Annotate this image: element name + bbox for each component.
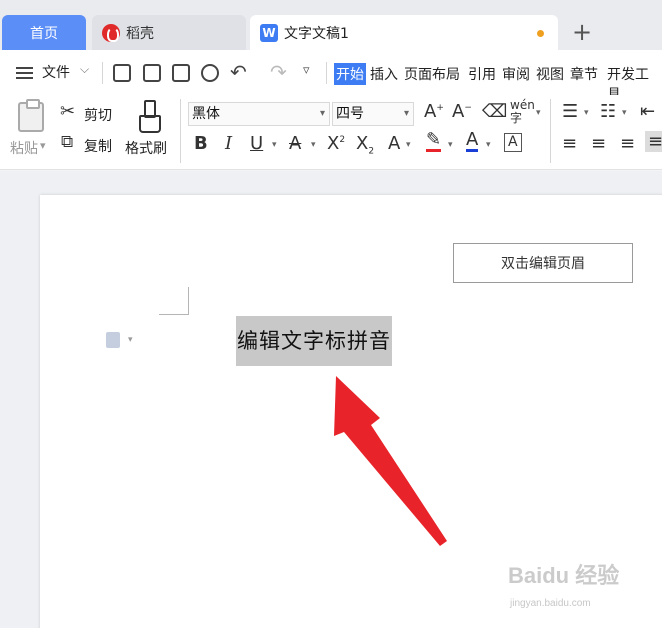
tab-daoke[interactable]: 稻壳 xyxy=(92,15,246,50)
font-size-select[interactable]: 四号 ▾ xyxy=(332,102,414,126)
chevron-down-icon[interactable]: ▾ xyxy=(406,140,411,150)
format-brush-icon[interactable] xyxy=(138,100,161,133)
cut-button[interactable]: 剪切 xyxy=(84,105,112,125)
chevron-down-icon[interactable]: ▾ xyxy=(272,140,277,150)
italic-icon[interactable]: I xyxy=(225,133,232,154)
ribbon-tab-start[interactable]: 开始 xyxy=(334,63,366,85)
underline-icon[interactable]: U xyxy=(250,133,263,154)
font-size-value: 四号 xyxy=(336,106,364,122)
copy-icon[interactable]: ⧉ xyxy=(61,132,73,152)
quick-access-toolbar: 文件 ⌵ ↶ ↷ ▿ 开始 插入 页面布局 引用 审阅 视图 章节 开发工具 xyxy=(0,50,662,103)
bold-icon[interactable]: B xyxy=(194,133,208,154)
wps-writer-icon: W xyxy=(260,23,278,42)
format-brush-button[interactable]: 格式刷 xyxy=(125,138,167,158)
tab-document-label: 文字文稿1 xyxy=(284,25,349,42)
pinyin-glyph: wén xyxy=(510,98,535,112)
tab-document[interactable]: W 文字文稿1 xyxy=(250,15,558,50)
ribbon-tab-view[interactable]: 视图 xyxy=(536,64,564,84)
undo-icon[interactable]: ↶ xyxy=(230,60,247,84)
divider xyxy=(180,99,181,163)
save-icon[interactable] xyxy=(113,64,131,82)
paste-button[interactable]: 粘贴 xyxy=(10,138,38,158)
clear-format-icon[interactable]: ⌫ xyxy=(482,101,507,122)
divider xyxy=(102,62,103,84)
align-right-icon[interactable]: ≡ xyxy=(620,133,635,154)
new-tab-button[interactable]: + xyxy=(568,20,596,46)
superscript-icon[interactable]: X2 xyxy=(327,133,345,154)
edit-header-button[interactable]: 双击编辑页眉 xyxy=(453,243,633,283)
margin-corner-mark xyxy=(159,287,189,315)
bullet-list-icon[interactable]: ☰ xyxy=(562,101,578,122)
paste-icon[interactable] xyxy=(18,99,44,132)
tab-daoke-label: 稻壳 xyxy=(126,25,154,42)
tab-bar: 首页 稻壳 W 文字文稿1 + xyxy=(0,0,662,50)
highlight-color-icon[interactable]: ✎ xyxy=(426,131,442,152)
font-color-icon[interactable]: A xyxy=(466,131,479,152)
scissors-icon[interactable]: ✂ xyxy=(60,101,75,122)
more-chevron-icon[interactable]: ▿ xyxy=(303,63,310,78)
chevron-down-icon[interactable]: ▾ xyxy=(448,140,453,150)
paste-chevron-icon[interactable]: ▾ xyxy=(40,139,46,152)
hamburger-menu-icon[interactable] xyxy=(16,67,33,79)
file-menu[interactable]: 文件 xyxy=(42,62,70,82)
baidu-watermark: Baidu 经验 xyxy=(508,563,620,588)
decrease-font-size-icon[interactable]: A− xyxy=(452,101,472,122)
decrease-indent-icon[interactable]: ⇤ xyxy=(640,101,655,122)
align-left-icon[interactable]: ≡ xyxy=(562,133,577,154)
tab-home-label: 首页 xyxy=(30,25,58,42)
increase-font-size-icon[interactable]: A+ xyxy=(424,101,444,122)
copy-button[interactable]: 复制 xyxy=(84,136,112,156)
chevron-down-icon[interactable]: ▾ xyxy=(584,108,589,118)
ribbon-tab-references[interactable]: 引用 xyxy=(468,64,496,84)
chevron-down-icon[interactable]: ▾ xyxy=(128,335,133,345)
chevron-down-icon[interactable]: ▾ xyxy=(311,140,316,150)
ribbon-tab-page-layout[interactable]: 页面布局 xyxy=(404,64,460,84)
chevron-down-icon[interactable]: ▾ xyxy=(622,108,627,118)
justify-icon[interactable]: ≡ xyxy=(645,131,662,152)
subscript-icon[interactable]: X2 xyxy=(356,133,374,157)
chevron-down-icon[interactable]: ▾ xyxy=(536,108,541,118)
character-border-icon[interactable]: A xyxy=(504,133,522,152)
pinyin-guide-icon[interactable]: wén 字 xyxy=(510,99,535,125)
chevron-down-icon: ▾ xyxy=(319,108,325,119)
chevron-down-icon[interactable]: ▾ xyxy=(486,140,491,150)
numbered-list-icon[interactable]: ☷ xyxy=(600,101,616,122)
home-ribbon: 粘贴 ▾ ✂ 剪切 ⧉ 复制 格式刷 黑体 ▾ 四号 ▾ A+ A− ⌫ wén… xyxy=(0,95,662,170)
print-preview-icon[interactable] xyxy=(201,64,219,82)
font-name-value: 黑体 xyxy=(192,106,220,122)
file-chevron-icon[interactable]: ⌵ xyxy=(80,62,89,77)
align-center-icon[interactable]: ≡ xyxy=(591,133,606,154)
export-pdf-icon[interactable] xyxy=(143,64,161,82)
strikethrough-icon[interactable]: A xyxy=(289,133,301,154)
divider xyxy=(326,62,327,84)
print-icon[interactable] xyxy=(172,64,190,82)
ribbon-tab-review[interactable]: 审阅 xyxy=(502,64,530,84)
text-effect-icon[interactable]: A xyxy=(388,133,400,154)
selected-text[interactable]: 编辑文字标拼音 xyxy=(236,316,392,366)
baidu-watermark-url: jingyan.baidu.com xyxy=(510,598,591,609)
paragraph-layout-icon[interactable] xyxy=(106,332,120,348)
chevron-down-icon: ▾ xyxy=(403,108,409,119)
divider xyxy=(550,99,551,163)
ribbon-tab-chapter[interactable]: 章节 xyxy=(570,64,598,84)
daoke-logo-icon xyxy=(102,23,120,42)
font-name-select[interactable]: 黑体 ▾ xyxy=(188,102,330,126)
tab-home[interactable]: 首页 xyxy=(2,15,86,50)
ribbon-tab-insert[interactable]: 插入 xyxy=(370,64,398,84)
redo-icon[interactable]: ↷ xyxy=(270,60,287,84)
unsaved-indicator-icon xyxy=(537,30,544,37)
